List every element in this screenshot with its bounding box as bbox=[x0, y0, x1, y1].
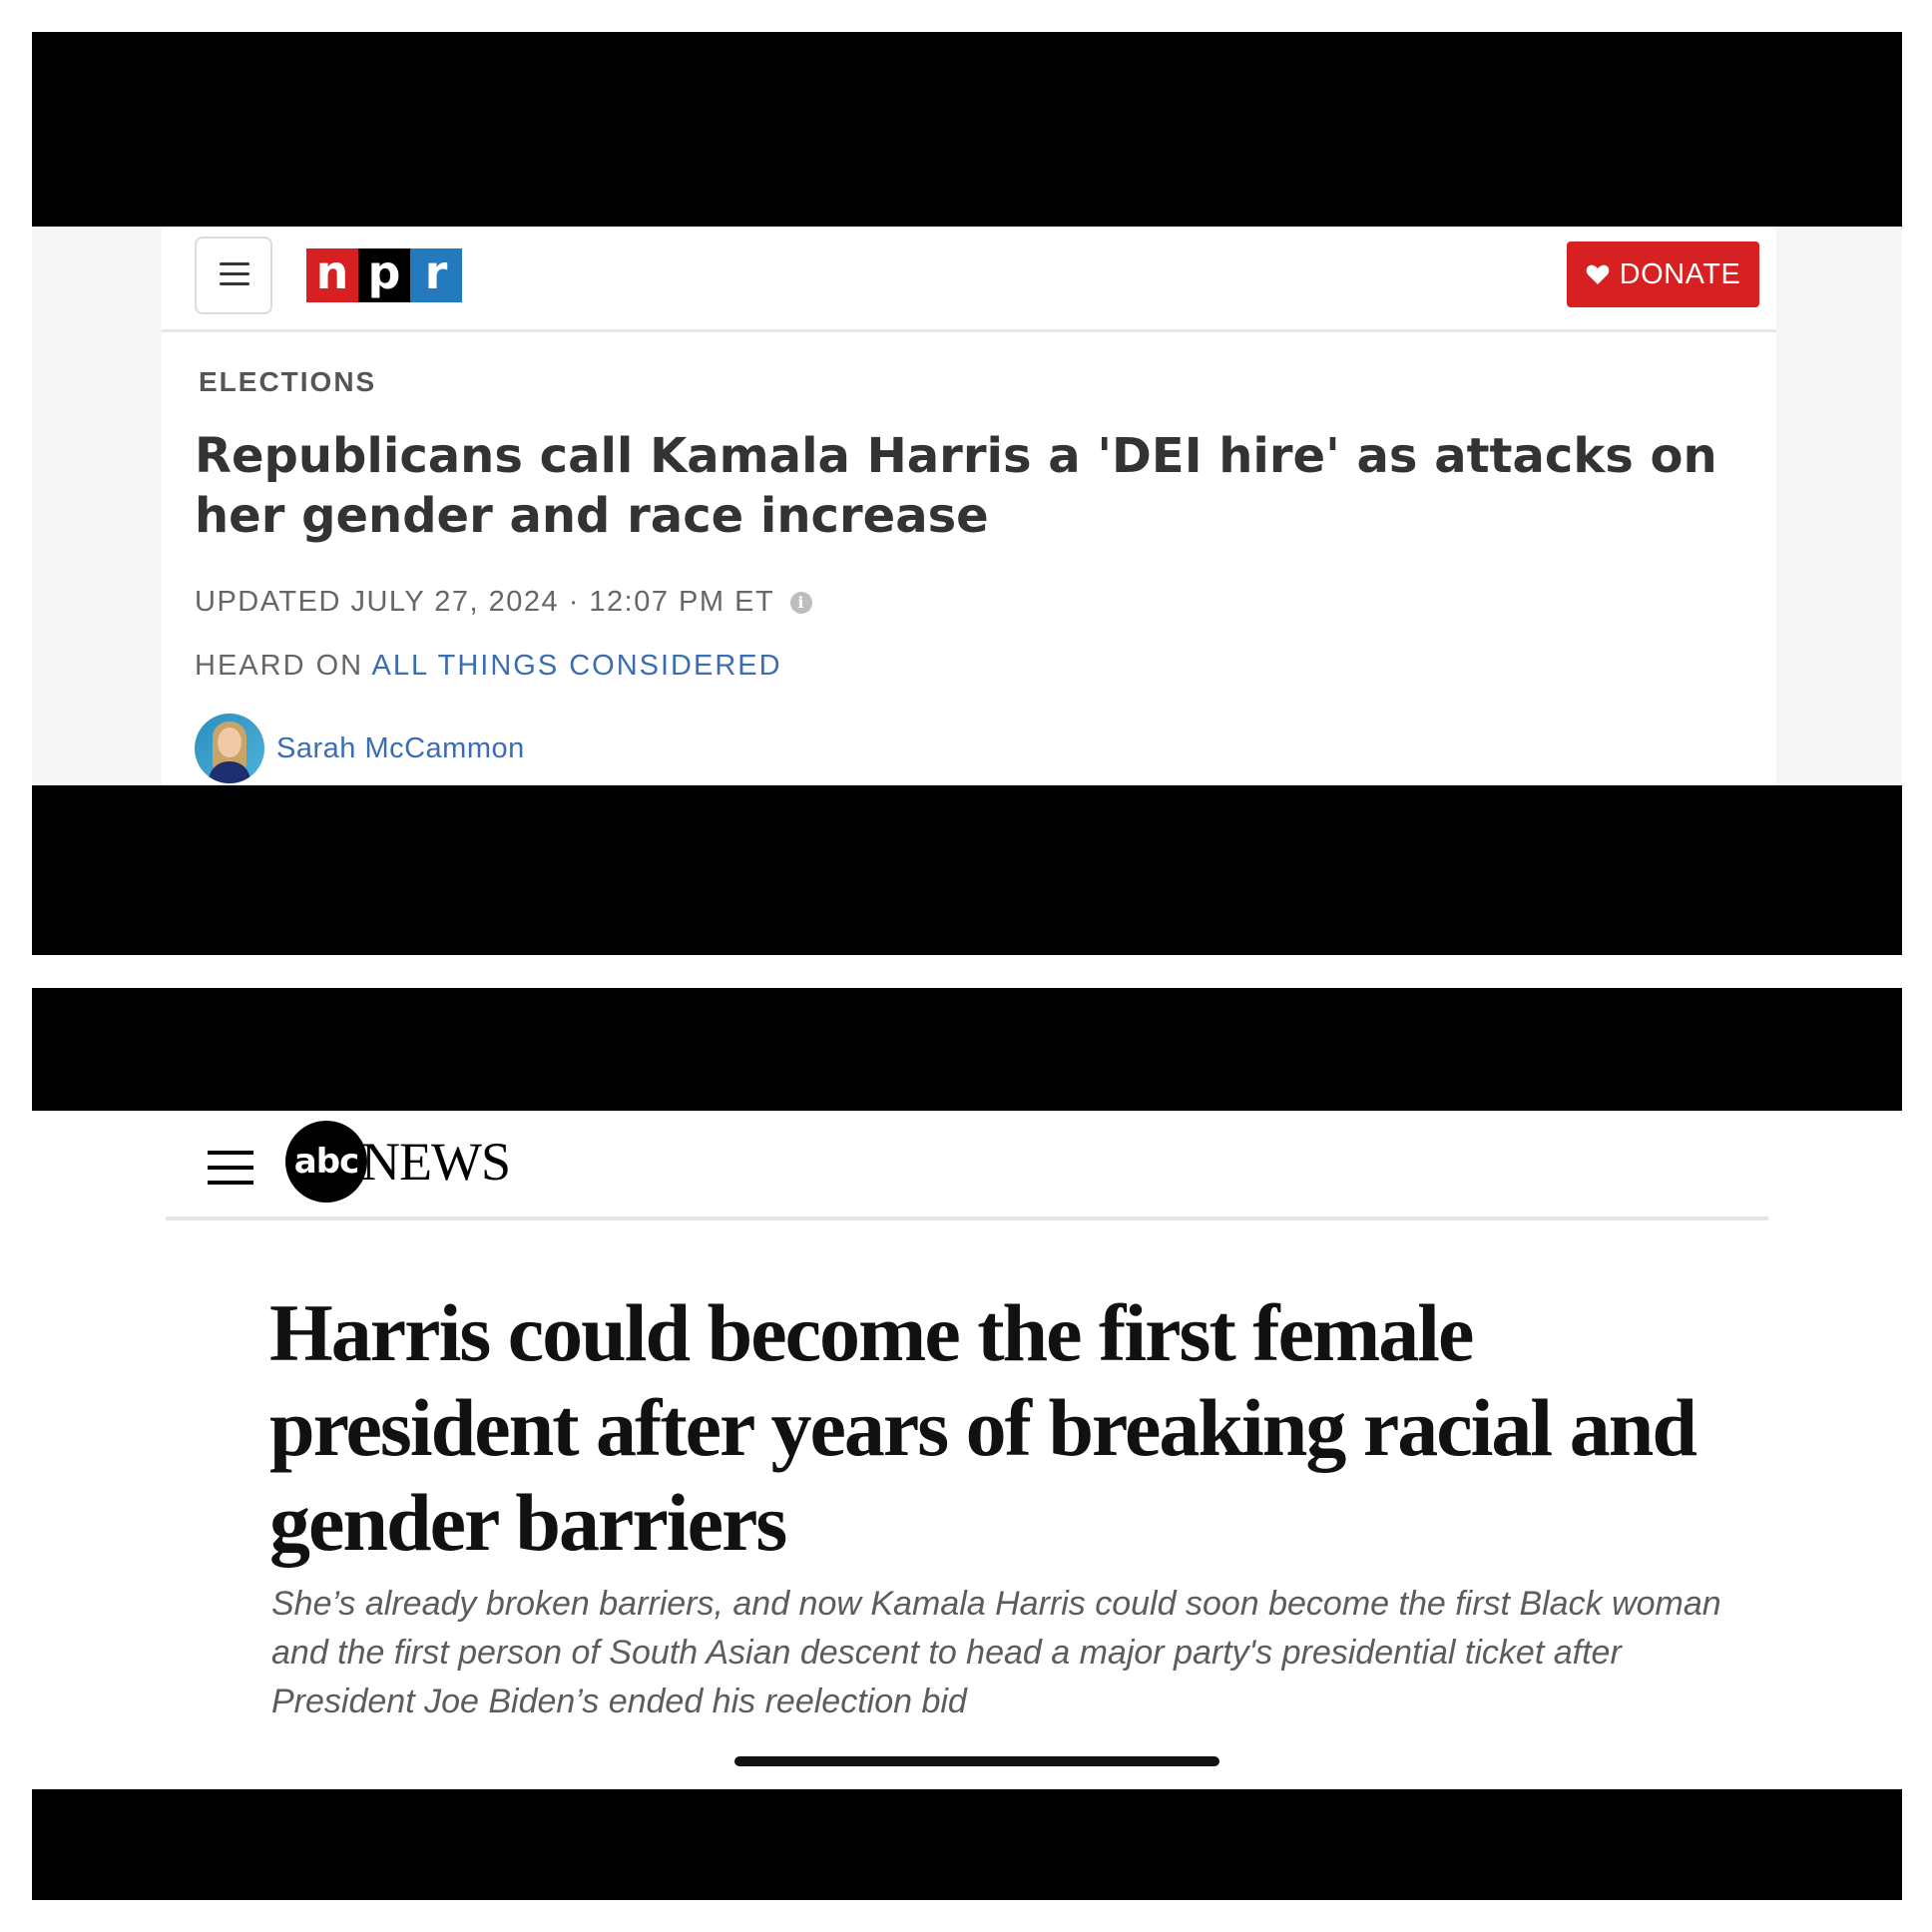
donate-label: DONATE bbox=[1619, 257, 1741, 290]
donate-button[interactable]: DONATE bbox=[1567, 242, 1759, 307]
npr-header: n p r DONATE bbox=[162, 227, 1776, 332]
heart-icon bbox=[1586, 264, 1609, 284]
abc-logo-circle: abc bbox=[285, 1121, 367, 1203]
npr-screenshot: n p r DONATE ELECTIONS Republicans call … bbox=[32, 227, 1902, 785]
updated-timestamp: UPDATED JULY 27, 2024 · 12:07 PM ET i bbox=[195, 586, 813, 619]
article-headline: Harris could become the first female pre… bbox=[269, 1287, 1697, 1568]
menu-button[interactable] bbox=[195, 237, 272, 314]
black-bar-bottom bbox=[32, 1789, 1902, 1900]
section-label[interactable]: ELECTIONS bbox=[199, 366, 376, 398]
author-link[interactable]: Sarah McCammon bbox=[276, 732, 525, 765]
npr-article-card: n p r DONATE ELECTIONS Republicans call … bbox=[162, 227, 1776, 785]
updated-text: UPDATED JULY 27, 2024 · 12:07 PM ET bbox=[195, 586, 775, 618]
black-bar-middle-2 bbox=[32, 988, 1902, 1111]
author-avatar[interactable] bbox=[195, 714, 264, 783]
npr-logo-r: r bbox=[410, 248, 462, 302]
npr-logo[interactable]: n p r bbox=[306, 248, 462, 302]
article-subheadline: She’s already broken barriers, and now K… bbox=[271, 1585, 1721, 1720]
abc-news-logo[interactable]: abc NEWS bbox=[285, 1121, 511, 1203]
black-bar-top bbox=[32, 32, 1902, 227]
npr-logo-n: n bbox=[306, 248, 358, 302]
npr-logo-p: p bbox=[358, 248, 410, 302]
article-headline: Republicans call Kamala Harris a 'DEI hi… bbox=[195, 428, 1717, 544]
heard-on: HEARD ON ALL THINGS CONSIDERED bbox=[195, 650, 782, 683]
abc-screenshot: abc NEWS Harris could become the first f… bbox=[32, 1111, 1902, 1789]
heard-on-prefix: HEARD ON bbox=[195, 650, 364, 682]
home-indicator[interactable] bbox=[734, 1756, 1219, 1766]
abc-logo-news: NEWS bbox=[361, 1132, 511, 1192]
menu-icon[interactable] bbox=[208, 1151, 253, 1187]
byline: Sarah McCammon bbox=[195, 714, 525, 783]
black-bar-middle-1 bbox=[32, 785, 1902, 955]
header-divider bbox=[166, 1216, 1768, 1220]
info-icon[interactable]: i bbox=[790, 591, 813, 614]
program-link[interactable]: ALL THINGS CONSIDERED bbox=[372, 650, 782, 682]
